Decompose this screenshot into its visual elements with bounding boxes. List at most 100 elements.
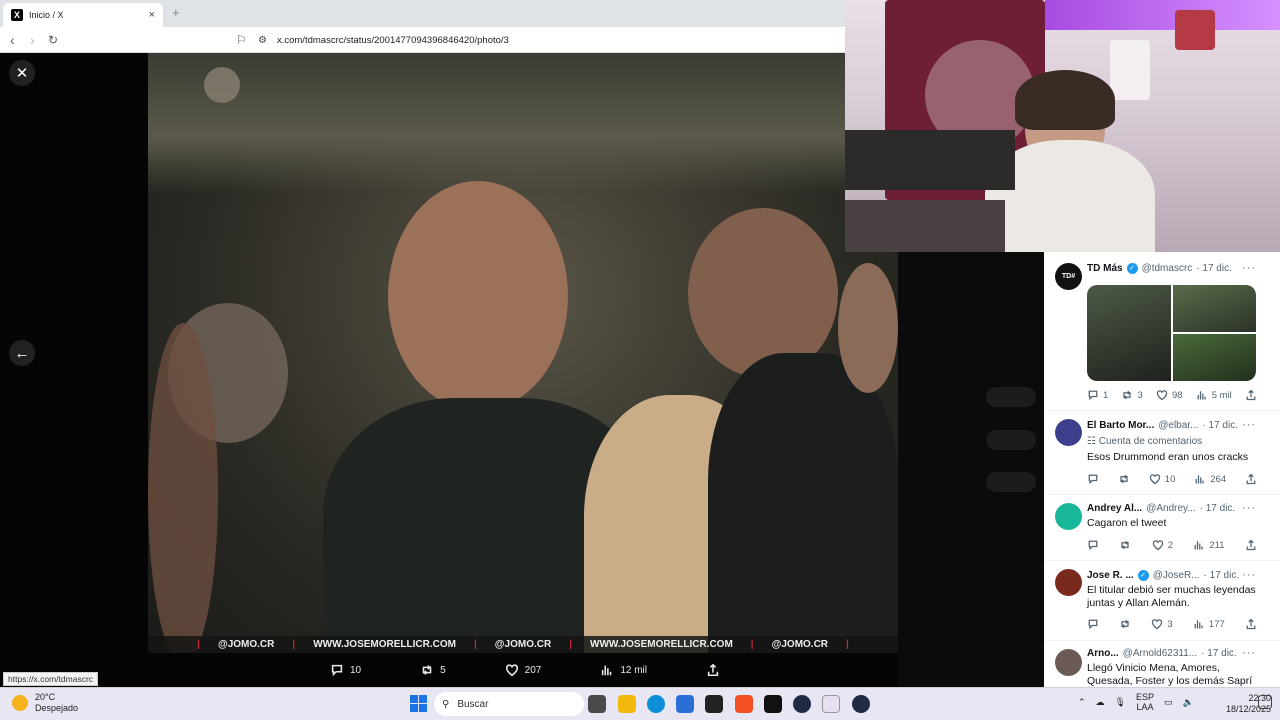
- post-date[interactable]: · 17 dic.: [1204, 570, 1240, 581]
- repost-button[interactable]: [1119, 618, 1131, 630]
- tweet-stats: 3 177: [1087, 618, 1257, 630]
- views-button[interactable]: 12 mil: [600, 663, 647, 677]
- author-name[interactable]: Andrey Al...: [1087, 503, 1142, 514]
- url-field[interactable]: ⚙ x.com/tdmascrc/status/2001477094396846…: [258, 30, 838, 50]
- task-view-icon[interactable]: [588, 695, 606, 713]
- reply-text: Esos Drummond eran unos cracks: [1087, 451, 1249, 463]
- taskbar-search[interactable]: ⚲ Buscar: [434, 692, 584, 716]
- tweet-stats: 10 264: [1087, 473, 1257, 485]
- store-icon[interactable]: [676, 695, 694, 713]
- like-button[interactable]: 98: [1156, 389, 1183, 401]
- follow-button-faded: [986, 430, 1036, 450]
- like-button[interactable]: 3: [1151, 618, 1173, 630]
- share-button[interactable]: [1245, 618, 1257, 630]
- reply-button[interactable]: 10: [330, 663, 361, 677]
- tab-inicio[interactable]: X Inicio / X ×: [3, 3, 163, 27]
- close-viewer-icon[interactable]: ✕: [9, 60, 35, 86]
- language-indicator[interactable]: ESP LAA: [1136, 692, 1154, 712]
- previous-photo-icon[interactable]: ←: [9, 340, 35, 366]
- more-options-icon[interactable]: ···: [1242, 419, 1256, 431]
- repost-icon: [1121, 540, 1130, 550]
- share-button[interactable]: [1245, 389, 1257, 401]
- app-icon[interactable]: [705, 695, 723, 713]
- weather-condition: Despejado: [35, 703, 79, 713]
- tab-close-icon[interactable]: ×: [149, 9, 155, 21]
- back-icon[interactable]: ‹: [10, 32, 15, 48]
- more-options-icon[interactable]: ···: [1242, 569, 1256, 581]
- post-date[interactable]: · 17 dic.: [1201, 648, 1237, 659]
- more-options-icon[interactable]: ···: [1242, 502, 1256, 514]
- author-name[interactable]: Arno...: [1087, 648, 1119, 659]
- views-button[interactable]: 264: [1194, 473, 1226, 485]
- webcam-overlay: [845, 0, 1280, 252]
- media-grid[interactable]: [1087, 285, 1256, 381]
- avatar[interactable]: [1055, 569, 1082, 596]
- microphone-icon[interactable]: 🎙: [1115, 697, 1126, 708]
- app-icon[interactable]: [793, 695, 811, 713]
- like-button[interactable]: 207: [505, 663, 541, 677]
- bookmark-icon[interactable]: ⚐: [236, 33, 247, 47]
- share-button[interactable]: [706, 663, 720, 677]
- author-handle[interactable]: @elbar...: [1158, 420, 1198, 431]
- media-thumb[interactable]: [1172, 285, 1256, 332]
- comment-account-icon: ☷: [1087, 436, 1096, 447]
- author-name[interactable]: TD Más: [1087, 263, 1123, 274]
- repost-button[interactable]: [1119, 539, 1131, 551]
- heart-icon: [505, 664, 518, 677]
- media-thumb[interactable]: [1087, 285, 1171, 381]
- weather-widget[interactable]: 20°C Despejado: [12, 692, 78, 714]
- author-name[interactable]: Jose R. ...: [1087, 570, 1134, 581]
- author-handle[interactable]: @JoseR...: [1153, 570, 1200, 581]
- media-thumb[interactable]: [1172, 334, 1256, 381]
- reply-button[interactable]: 1: [1087, 389, 1108, 401]
- views-icon: [1195, 541, 1204, 550]
- notifications-icon[interactable]: [1258, 695, 1272, 709]
- repost-button[interactable]: 5: [420, 663, 446, 677]
- avatar[interactable]: [1055, 649, 1082, 676]
- views-button[interactable]: 5 mil: [1196, 389, 1232, 401]
- avatar[interactable]: [1055, 419, 1082, 446]
- divider: [1044, 640, 1280, 641]
- app-icon[interactable]: [822, 695, 840, 713]
- repost-button[interactable]: [1118, 473, 1130, 485]
- edge-icon[interactable]: [647, 695, 665, 713]
- author-name[interactable]: El Barto Mor...: [1087, 420, 1154, 431]
- post-date[interactable]: · 17 dic.: [1196, 263, 1232, 274]
- author-handle[interactable]: @Andrey...: [1146, 503, 1195, 514]
- avatar[interactable]: TD#: [1055, 263, 1082, 290]
- share-icon: [1246, 473, 1256, 485]
- volume-icon[interactable]: 🔈: [1183, 697, 1194, 708]
- views-button[interactable]: 177: [1193, 618, 1225, 630]
- views-button[interactable]: 211: [1193, 539, 1225, 551]
- reply-button[interactable]: [1087, 473, 1099, 485]
- tray-app-icon[interactable]: ☁: [1096, 697, 1105, 708]
- like-button[interactable]: 2: [1152, 539, 1173, 551]
- tiktok-icon[interactable]: [764, 695, 782, 713]
- more-options-icon[interactable]: ···: [1242, 647, 1256, 659]
- site-info-icon[interactable]: ⚙: [258, 35, 267, 46]
- search-placeholder: Buscar: [457, 698, 489, 710]
- forward-icon[interactable]: ›: [30, 32, 35, 48]
- app-icon[interactable]: [852, 695, 870, 713]
- file-explorer-icon[interactable]: [618, 695, 636, 713]
- post-date[interactable]: · 17 dic.: [1200, 503, 1236, 514]
- share-button[interactable]: [1245, 539, 1257, 551]
- post-date[interactable]: · 17 dic.: [1202, 420, 1238, 431]
- repost-button[interactable]: 3: [1121, 389, 1143, 401]
- new-tab-button[interactable]: +: [172, 5, 180, 20]
- brave-icon[interactable]: [735, 695, 753, 713]
- author-handle[interactable]: @Arnold62311...: [1123, 648, 1197, 659]
- network-icon[interactable]: ▭: [1164, 697, 1173, 708]
- reply-button[interactable]: [1087, 539, 1099, 551]
- photo-watermark: | @JOMO.CR | WWW.JOSEMORELLICR.COM | @JO…: [148, 636, 898, 653]
- like-button[interactable]: 10: [1149, 473, 1175, 485]
- repost-icon: [422, 665, 432, 675]
- reply-button[interactable]: [1087, 618, 1099, 630]
- chevron-up-icon[interactable]: ⌃: [1078, 697, 1086, 708]
- avatar[interactable]: [1055, 503, 1082, 530]
- share-button[interactable]: [1245, 473, 1257, 485]
- author-handle[interactable]: @tdmascrc: [1142, 263, 1193, 274]
- reload-icon[interactable]: ↻: [48, 33, 58, 47]
- more-options-icon[interactable]: ···: [1242, 262, 1256, 274]
- start-button[interactable]: [410, 695, 427, 712]
